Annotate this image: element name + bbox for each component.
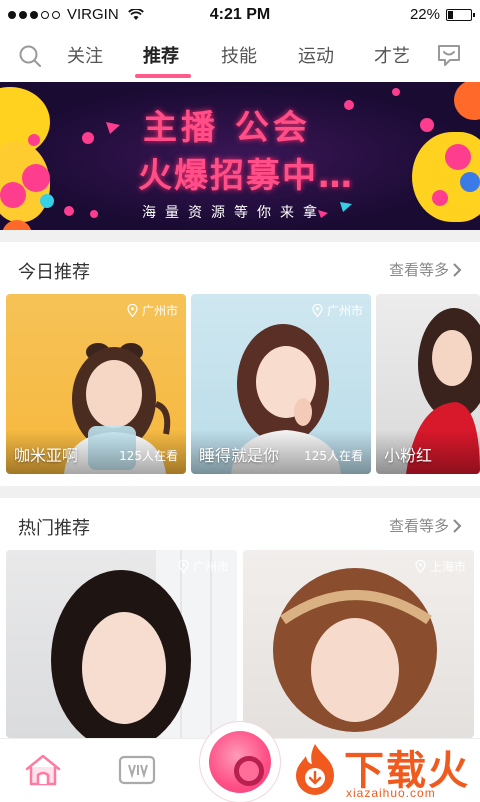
location-label: 上海市	[429, 560, 466, 574]
location-tag: 广州市	[312, 302, 363, 319]
streamer-name: 咖米亚啊	[14, 446, 79, 465]
banner-decoration	[2, 220, 32, 230]
see-more-label: 查看等多	[388, 261, 449, 279]
banner-decoration	[445, 144, 471, 170]
streamer-photo	[51, 550, 237, 738]
tab-recommend[interactable]: 推荐	[143, 42, 179, 68]
see-more-label: 查看等多	[388, 517, 449, 535]
banner-decoration	[460, 172, 480, 192]
streamer-card[interactable]: 广州市 咖米亚啊 125人在看	[6, 294, 186, 474]
streamer-photo	[273, 568, 437, 732]
banner-decoration	[432, 190, 448, 206]
section-divider	[0, 230, 480, 242]
banner-decoration	[90, 210, 98, 218]
viewer-count: 125人在看	[119, 449, 178, 463]
banner-decoration	[64, 206, 74, 216]
streamer-card[interactable]: 上海市	[243, 550, 474, 738]
camera-icon	[209, 731, 271, 793]
location-pin-icon	[415, 560, 426, 573]
banner-decoration	[0, 182, 26, 208]
search-icon[interactable]	[18, 44, 42, 68]
location-tag: 广州市	[178, 558, 229, 575]
banner-subheadline: 火爆招募中…	[138, 156, 354, 196]
banner-decoration	[344, 100, 354, 110]
tab-sports[interactable]: 运动	[298, 42, 334, 68]
clock: 4:21 PM	[209, 6, 271, 23]
chevron-right-icon	[453, 518, 462, 533]
banner-headline: 主播 公会	[143, 108, 311, 148]
go-live-button[interactable]	[200, 722, 280, 802]
hot-section-header: 热门推荐 查看等多	[0, 500, 480, 550]
viewer-count: 125人在看	[304, 449, 363, 463]
location-pin-icon	[312, 304, 323, 317]
battery-percent: 22%	[409, 6, 440, 23]
banner-decoration	[40, 194, 54, 208]
banner-decoration	[82, 132, 94, 144]
banner-tagline: 海量资源等你来拿	[142, 205, 326, 221]
streamer-card[interactable]: 广州市	[6, 550, 237, 738]
top-navigation: 关注 推荐 技能 运动 才艺	[0, 30, 480, 82]
banner-decoration	[420, 118, 434, 132]
video-icon[interactable]	[118, 755, 156, 785]
streamer-name: 睡得就是你	[199, 446, 280, 465]
tab-skills[interactable]: 技能	[221, 42, 257, 68]
active-tab-indicator	[135, 74, 191, 78]
chevron-right-icon	[453, 262, 462, 277]
banner-triangle-decoration	[340, 202, 352, 212]
status-bar: VIRGIN 4:21 PM 22%	[0, 0, 480, 30]
promo-banner[interactable]: 主播 公会 火爆招募中… 海量资源等你来拿	[0, 82, 480, 230]
location-tag: 广州市	[127, 302, 178, 319]
chat-icon[interactable]	[436, 42, 462, 68]
section-title: 热门推荐	[18, 518, 90, 539]
section-title: 今日推荐	[18, 262, 90, 283]
watermark: 下载火 xiazaihuo.com	[286, 738, 480, 800]
home-icon[interactable]	[24, 753, 62, 787]
battery-status: 22%	[409, 6, 475, 23]
banner-decoration	[392, 88, 400, 96]
location-pin-icon	[178, 560, 189, 573]
banner-triangle-decoration	[106, 122, 120, 134]
tab-talent[interactable]: 才艺	[374, 42, 410, 68]
streamer-card[interactable]: 小粉红	[376, 294, 480, 474]
location-label: 广州市	[326, 304, 363, 318]
streamer-card[interactable]: 广州市 睡得就是你 125人在看	[191, 294, 371, 474]
flame-logo-icon	[296, 744, 334, 795]
section-divider	[0, 486, 480, 498]
location-label: 广州市	[192, 560, 229, 574]
tab-follow[interactable]: 关注	[67, 42, 103, 68]
today-section-header: 今日推荐 查看等多	[0, 244, 480, 294]
banner-decoration	[22, 164, 50, 192]
camera-lens	[234, 756, 264, 786]
see-more-link[interactable]: 查看等多	[389, 515, 462, 536]
location-pin-icon	[127, 304, 138, 317]
location-label: 广州市	[141, 304, 178, 318]
location-tag: 上海市	[415, 558, 466, 575]
watermark-url: xiazaihuo.com	[346, 786, 436, 800]
streamer-name: 小粉红	[384, 446, 433, 465]
banner-decoration	[454, 82, 480, 120]
banner-decoration	[28, 134, 40, 146]
battery-icon	[446, 8, 475, 21]
see-more-link[interactable]: 查看等多	[389, 259, 462, 280]
